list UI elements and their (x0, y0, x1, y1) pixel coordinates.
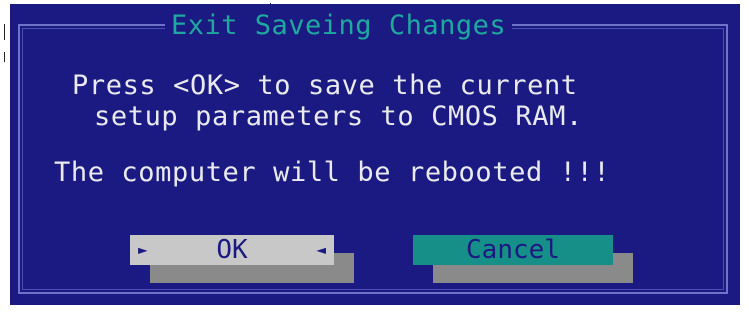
cancel-button-label: Cancel (466, 235, 560, 265)
selection-arrow-left-icon: ◄ (316, 240, 326, 259)
exit-save-dialog: Exit Saveing Changes Press <OK> to save … (10, 4, 740, 305)
dialog-title: Exit Saveing Changes (165, 10, 513, 42)
selection-arrow-right-icon: ► (138, 240, 148, 259)
message-line-2: setup parameters to CMOS RAM. (94, 101, 583, 132)
ok-button[interactable]: ► OK ◄ (130, 235, 334, 265)
message-line-1: Press <OK> to save the current (72, 70, 578, 101)
reboot-warning: The computer will be rebooted !!! (54, 157, 611, 188)
ok-button-label: OK (216, 235, 248, 265)
cancel-button[interactable]: Cancel (413, 235, 613, 265)
